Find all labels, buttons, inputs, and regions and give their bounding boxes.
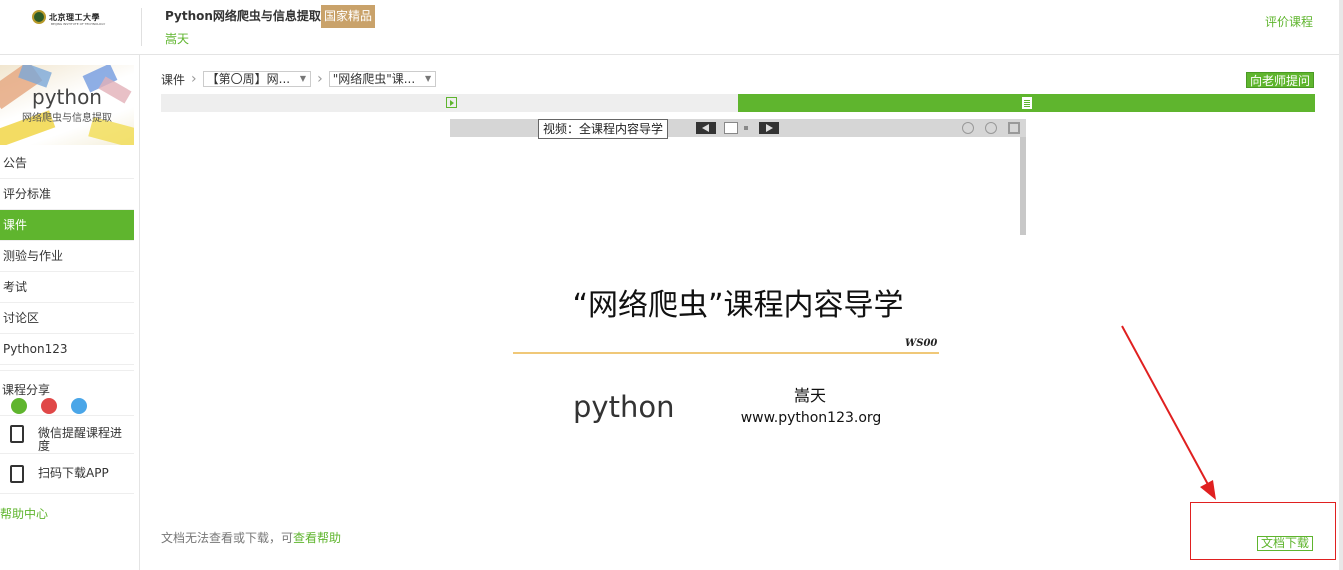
chevron-down-icon: ▼ xyxy=(299,74,307,83)
play-icon xyxy=(446,97,457,108)
chevron-down-icon: ▼ xyxy=(425,74,432,83)
breadcrumb: 课件 › 【第〇周】网... ▼ › "网络爬虫"课... ▼ xyxy=(161,70,437,88)
week-select[interactable]: 【第〇周】网... ▼ xyxy=(202,71,312,87)
wechat-icon[interactable] xyxy=(11,398,27,414)
rate-course-link[interactable]: 评价课程 xyxy=(1265,13,1313,30)
slide-divider xyxy=(513,352,939,354)
checklist-icon xyxy=(10,425,24,443)
slide-website: www.python123.org xyxy=(740,410,882,426)
university-name: 北京理工大學 xyxy=(49,11,100,22)
viewer-scrollbar[interactable] xyxy=(1020,137,1026,235)
document-help-text: 文档无法查看或下载，可 xyxy=(161,531,294,545)
weibo-icon[interactable] xyxy=(41,398,57,414)
slide-code: WS00 xyxy=(905,338,938,349)
python-logo-text: python xyxy=(573,390,675,424)
page-indicator[interactable] xyxy=(724,122,738,134)
qq-icon[interactable] xyxy=(71,398,87,414)
document-icon xyxy=(1022,97,1032,109)
page-separator xyxy=(744,126,748,130)
teacher-link[interactable]: 嵩天 xyxy=(165,30,189,47)
arrow-head xyxy=(1200,480,1216,500)
chevron-right-icon: › xyxy=(317,71,323,87)
next-page-button[interactable] xyxy=(759,122,779,134)
sidebar-nav: 公告 评分标准 课件 测验与作业 考试 讨论区 Python123 xyxy=(0,148,134,365)
national-quality-badge: 国家精品 xyxy=(321,5,376,28)
university-seal-icon xyxy=(32,10,46,24)
slide-author: 嵩天 xyxy=(793,386,826,405)
page-scrollbar[interactable] xyxy=(1339,0,1343,570)
download-document-button[interactable]: 文档下载 xyxy=(1257,536,1314,551)
sidebar-item-python123[interactable]: Python123 xyxy=(0,334,134,365)
document-help-note: 文档无法查看或下载，可查看帮助 xyxy=(161,529,341,546)
document-viewer: 视频：全课程内容导学 xyxy=(450,119,1026,529)
week-select-value: 【第〇周】网... xyxy=(206,72,291,86)
view-help-link[interactable]: 查看帮助 xyxy=(293,531,341,545)
sidebar-item-announcement[interactable]: 公告 xyxy=(0,148,134,179)
ask-teacher-button[interactable]: 向老师提问 xyxy=(1246,72,1315,88)
top-bar: 北京理工大學 BEIJING INSTITUTE OF TECHNOLOGY P… xyxy=(0,0,1343,55)
slide-title: “网络爬虫”课程内容导学 xyxy=(572,288,904,323)
banner-subtitle: 网络爬虫与信息提取 xyxy=(22,113,112,124)
breadcrumb-root[interactable]: 课件 xyxy=(161,71,185,88)
lesson-select[interactable]: "网络爬虫"课... ▼ xyxy=(328,71,437,87)
share-label: 课程分享 xyxy=(2,383,51,397)
video-tooltip: 视频：全课程内容导学 xyxy=(538,119,669,139)
chevron-right-icon: › xyxy=(191,71,197,87)
tab-document[interactable] xyxy=(738,94,1315,112)
tab-video[interactable] xyxy=(161,94,738,112)
university-logo[interactable]: 北京理工大學 BEIJING INSTITUTE OF TECHNOLOGY xyxy=(32,10,105,26)
sidebar-item-discussion[interactable]: 讨论区 xyxy=(0,303,134,334)
phone-icon xyxy=(10,465,24,483)
viewer-toolbar xyxy=(450,119,1026,137)
banner-title: python xyxy=(32,85,102,109)
download-app-button[interactable]: 扫码下载APP xyxy=(0,456,134,494)
python-logo: python xyxy=(573,390,682,424)
course-banner: python 网络爬虫与信息提取 xyxy=(0,65,134,145)
course-title[interactable]: Python网络爬虫与信息提取 xyxy=(165,7,321,24)
sidebar-tools: 微信提醒课程进度 扫码下载APP xyxy=(0,415,134,495)
zoom-out-icon[interactable] xyxy=(962,122,974,134)
sidebar: python 网络爬虫与信息提取 公告 评分标准 课件 测验与作业 考试 讨论区… xyxy=(0,55,140,570)
university-english-name: BEIJING INSTITUTE OF TECHNOLOGY xyxy=(51,22,106,26)
zoom-in-icon[interactable] xyxy=(985,122,997,134)
sidebar-item-grading[interactable]: 评分标准 xyxy=(0,179,134,210)
wechat-reminder-button[interactable]: 微信提醒课程进度 xyxy=(0,416,134,454)
fullscreen-icon[interactable] xyxy=(1008,122,1020,134)
header-divider xyxy=(141,8,142,46)
sidebar-item-exam[interactable]: 考试 xyxy=(0,272,134,303)
lesson-select-value: "网络爬虫"课... xyxy=(332,72,416,86)
arrow-line xyxy=(1121,325,1212,491)
download-highlight-box xyxy=(1190,502,1336,560)
sidebar-item-courseware[interactable]: 课件 xyxy=(0,210,134,241)
sidebar-item-quizzes[interactable]: 测验与作业 xyxy=(0,241,134,272)
download-app-label: 扫码下载APP xyxy=(38,466,109,480)
course-share: 课程分享 xyxy=(0,370,134,414)
previous-page-button[interactable] xyxy=(696,122,716,134)
wechat-reminder-label: 微信提醒课程进度 xyxy=(38,426,123,453)
content-tabs xyxy=(161,94,1315,112)
help-center-link[interactable]: 帮助中心 xyxy=(0,505,48,522)
